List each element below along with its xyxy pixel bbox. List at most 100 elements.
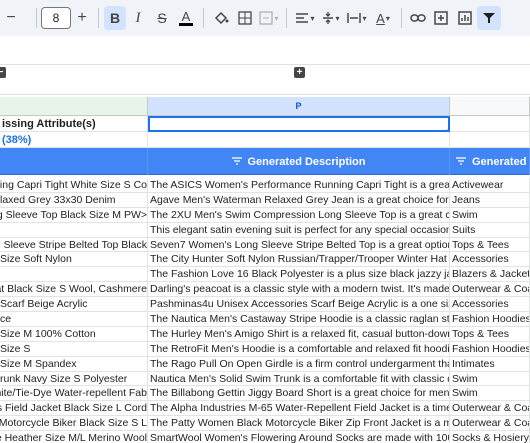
decrease-font-size-button[interactable]: −	[0, 6, 22, 30]
increase-font-size-button[interactable]: +	[71, 6, 93, 30]
header-cell-category[interactable]: Generated Categ	[450, 148, 530, 175]
table-row: Size Soft Nylon The City Hunter Soft Nylo…	[0, 252, 530, 268]
product-name-cell[interactable]: runk Navy Size S Polyester	[0, 371, 148, 387]
filter-icon[interactable]	[477, 6, 501, 30]
expand-group-button[interactable]: +	[294, 67, 305, 78]
product-name-cell[interactable]: /hite/Tie-Dye Water-repellent Fab	[0, 386, 148, 402]
product-name-cell[interactable]: ce	[0, 312, 148, 327]
description-cell[interactable]: The Billabong Gettin Jiggy Board Short i…	[148, 386, 450, 402]
text-wrap-icon[interactable]: ▾	[344, 6, 370, 30]
description-cell[interactable]: The Alpha Industries M-65 Water-Repellen…	[148, 401, 450, 417]
description-cell[interactable]: Seven7 Women's Long Sleeve Stripe Belted…	[148, 237, 450, 253]
category-cell[interactable]: Socks & Hosiery	[450, 431, 530, 443]
description-cell[interactable]: The Rago Pull On Open Girdle is a firm c…	[148, 356, 450, 372]
product-name-cell[interactable]: Size M 100% Cotton	[0, 326, 148, 342]
column-header-o[interactable]	[0, 97, 148, 116]
description-cell[interactable]: Darling's peacoat is a classic style wit…	[148, 282, 450, 298]
category-cell[interactable]: Intimates	[450, 356, 530, 372]
category-cell[interactable]: Swim	[450, 371, 530, 387]
category-cell[interactable]: Swim	[450, 207, 530, 223]
product-name-cell[interactable]: ong Sleeve Top Black Size M PW>	[0, 207, 148, 223]
product-name-text: e Heather Size M/L Merino Wool	[0, 432, 147, 443]
empty-cell[interactable]	[450, 116, 530, 132]
category-cell[interactable]: Accessories	[450, 252, 530, 268]
description-cell[interactable]: Pashminas4u Unisex Accessories Scarf Bei…	[148, 297, 450, 313]
missing-attribute-label[interactable]: issing Attribute(s)	[0, 116, 148, 132]
product-name-cell[interactable]: Size S	[0, 341, 148, 357]
column-header-q[interactable]	[450, 97, 530, 116]
font-size-input[interactable]: 8	[41, 7, 71, 29]
vertical-align-icon[interactable]: ▾	[318, 6, 344, 30]
category-cell[interactable]: Tops & Tees	[450, 326, 530, 342]
category-cell[interactable]: Outerwear & Coats	[450, 416, 530, 432]
category-cell[interactable]: Blazers & Jackets	[450, 267, 530, 283]
category-cell[interactable]: Fashion Hoodies	[450, 312, 530, 327]
category-cell[interactable]: Jeans	[450, 192, 530, 208]
horizontal-align-icon[interactable]: ▾	[292, 6, 318, 30]
filter-icon[interactable]	[231, 156, 242, 167]
category-cell[interactable]: Tops & Tees	[450, 237, 530, 253]
chevron-down-icon: ▾	[274, 13, 279, 23]
text-color-button[interactable]: A	[174, 6, 198, 30]
description-cell[interactable]: Agave Men's Waterman Relaxed Grey Jean i…	[148, 192, 450, 208]
description-cell[interactable]: The Fashion Love 16 Black Polyester is a…	[148, 267, 450, 283]
description-cell[interactable]: This elegant satin evening suit is perfe…	[148, 222, 450, 238]
product-name-cell[interactable]: s Motorcycle Biker Black Size S L	[0, 416, 148, 432]
description-cell[interactable]: The City Hunter Soft Nylon Russian/Trapp…	[148, 252, 450, 268]
product-name-cell[interactable]: ts Field Jacket Black Size L Cord	[0, 401, 148, 417]
missing-percent[interactable]: (38%)	[0, 132, 148, 148]
description-cell[interactable]: The ASICS Women's Performance Running Ca…	[148, 178, 450, 193]
insert-comment-icon[interactable]	[429, 6, 453, 30]
product-name-cell[interactable]: nning Capri Tight White Size S Co	[0, 178, 148, 193]
product-name-text: /hite/Tie-Dye Water-repellent Fab	[0, 387, 147, 400]
strikethrough-button[interactable]: S	[150, 6, 174, 30]
empty-cell[interactable]	[450, 132, 530, 148]
text-rotation-icon[interactable]: A ▾	[370, 6, 396, 30]
description-cell[interactable]: SmartWool Women's Flowering Around Socks…	[148, 431, 450, 443]
insert-link-icon[interactable]	[407, 6, 429, 30]
borders-icon[interactable]	[233, 6, 257, 30]
header-cell-name[interactable]	[0, 148, 148, 175]
italic-button[interactable]: I	[126, 6, 150, 30]
category-cell[interactable]: Outerwear & Coats	[450, 401, 530, 417]
product-name-text: ng Sleeve Stripe Belted Top Black	[0, 238, 147, 251]
product-name-cell[interactable]: Size M Spandex	[0, 356, 148, 372]
category-cell[interactable]: Activewear	[450, 178, 530, 193]
category-cell[interactable]: Fashion Hoodies	[450, 341, 530, 357]
column-header-p[interactable]: P	[148, 97, 450, 116]
header-category-label: Generated Categ	[472, 155, 529, 168]
description-cell[interactable]: The RetroFit Men's Hoodie is a comfortab…	[148, 341, 450, 357]
insert-chart-icon[interactable]	[453, 6, 477, 30]
product-name-cell[interactable]	[0, 222, 148, 238]
product-name-cell[interactable]: laxed Grey 33x30 Denim	[0, 192, 148, 208]
header-cell-description[interactable]: Generated Description	[148, 148, 450, 175]
description-cell[interactable]: The Patty Women Black Motorcycle Biker Z…	[148, 416, 450, 432]
filter-icon[interactable]	[456, 156, 466, 167]
selected-cell[interactable]	[148, 116, 450, 132]
description-cell[interactable]: The Hurley Men's Amigo Shirt is a relaxe…	[148, 326, 450, 342]
description-cell[interactable]: The 2XU Men's Swim Compression Long Slee…	[148, 207, 450, 223]
empty-cell[interactable]	[148, 132, 450, 148]
category-cell[interactable]: Swim	[450, 386, 530, 402]
description-cell[interactable]: Nautica Men's Solid Swim Trunk is a comf…	[148, 371, 450, 387]
description-cell[interactable]: The Nautica Men's Castaway Stripe Hoodie…	[148, 312, 450, 327]
toolbar-separator	[203, 8, 204, 28]
product-name-cell[interactable]: e Heather Size M/L Merino Wool	[0, 431, 148, 443]
toolbar-separator	[98, 8, 99, 28]
category-cell[interactable]: Outerwear & Coats	[450, 282, 530, 298]
product-name-cell[interactable]	[0, 267, 148, 283]
product-name-cell[interactable]: at Black Size S Wool, Cashmere	[0, 282, 148, 298]
product-name-cell[interactable]: ng Sleeve Stripe Belted Top Black	[0, 237, 148, 253]
collapse-group-button[interactable]: −	[0, 67, 6, 78]
table-row: runk Navy Size S Polyester Nautica Men's …	[0, 371, 530, 387]
fill-color-icon[interactable]	[209, 6, 233, 30]
header-description-label: Generated Description	[247, 155, 366, 168]
product-name-cell[interactable]: Scarf Beige Acrylic	[0, 297, 148, 313]
merge-cells-icon[interactable]: ▾	[257, 6, 281, 30]
bold-button[interactable]: B	[104, 6, 126, 30]
chevron-down-icon: ▾	[310, 13, 315, 23]
category-cell[interactable]: Suits	[450, 222, 530, 238]
category-cell[interactable]: Accessories	[450, 297, 530, 313]
formula-bar[interactable]	[0, 36, 530, 64]
product-name-cell[interactable]: Size Soft Nylon	[0, 252, 148, 268]
